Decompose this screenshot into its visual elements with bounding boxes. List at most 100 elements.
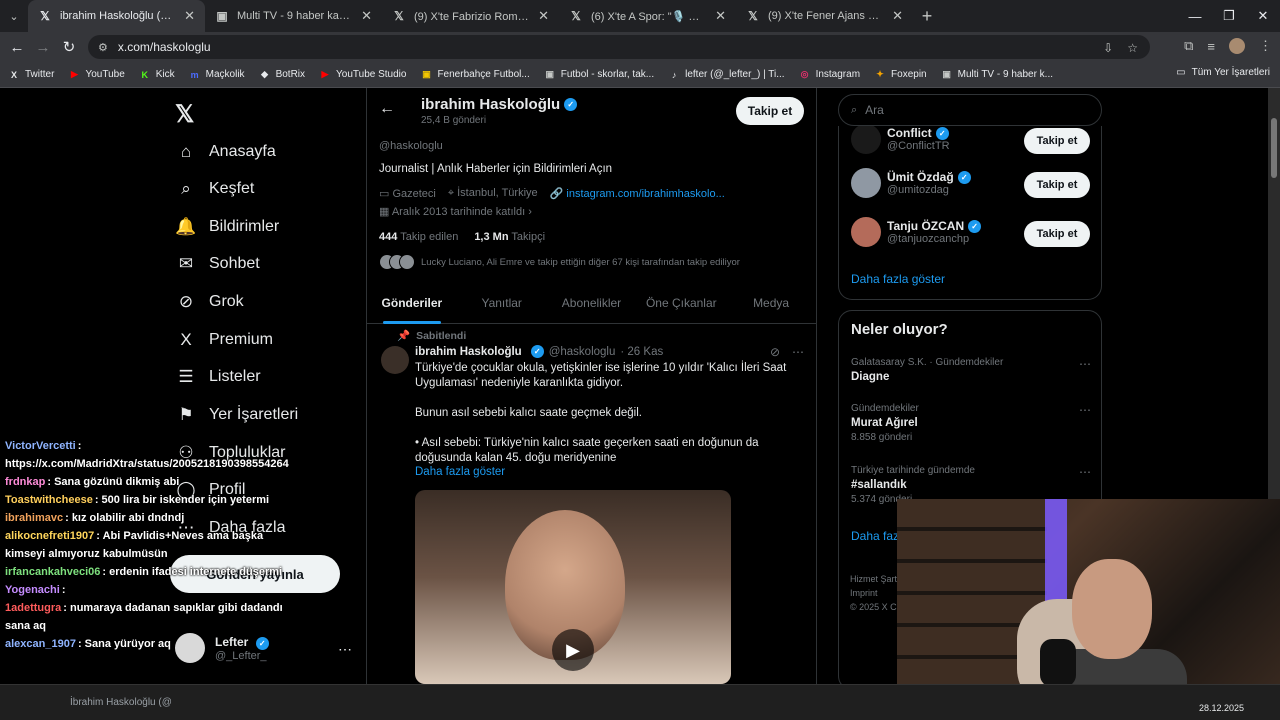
forward-icon[interactable]: →: [30, 39, 56, 56]
profile-tab[interactable]: Medya: [726, 284, 816, 323]
close-window-icon[interactable]: ✕: [1246, 0, 1280, 32]
profile-link[interactable]: 🔗 instagram.com/ibrahimhaskolo...: [550, 187, 725, 200]
follow-button[interactable]: Takip et: [736, 97, 804, 125]
more-icon[interactable]: ⋯: [1079, 465, 1091, 479]
site-info-icon[interactable]: ⚙: [98, 41, 108, 54]
chat-username: frdnkap: [5, 476, 46, 488]
bookmark-item[interactable]: ▶ YouTube Studio: [319, 69, 407, 81]
nav-item-notifications[interactable]: 🔔 Bildirimler: [175, 217, 279, 237]
back-arrow-icon[interactable]: ←: [379, 100, 395, 118]
chat-username: 1adettugra: [5, 602, 62, 614]
following-count[interactable]: 444 Takip edilen: [379, 231, 458, 243]
tab-label: (6) X'te A Spor: "🎙️ @ErdemAk: [591, 10, 709, 23]
chat-username: Yogenachi: [5, 584, 60, 596]
menu-icon[interactable]: ⋮: [1259, 38, 1272, 54]
follow-button[interactable]: Takip et: [1024, 221, 1090, 247]
browser-tab[interactable]: 𝕏 (9) X'te Fabrizio Romano: "🚨 m ✕: [382, 0, 559, 32]
browser-tab[interactable]: 𝕏 (6) X'te A Spor: "🎙️ @ErdemAk ✕: [559, 0, 736, 32]
nav-item-chat[interactable]: ✉ Sohbet: [175, 254, 260, 274]
browser-tab[interactable]: 𝕏 (9) X'te Fener Ajans ™: "Yağız S ✕: [736, 0, 913, 32]
url-bar[interactable]: ⚙ x.com/haskologlu ⇩ ☆: [88, 35, 1150, 59]
followers-count[interactable]: 1,3 Mn Takipçi: [474, 231, 545, 243]
play-icon[interactable]: ▶: [552, 629, 594, 671]
pin-icon: 📌: [397, 330, 411, 342]
bookmark-item[interactable]: X Twitter: [8, 69, 54, 81]
trend-item[interactable]: Gündemdekiler Murat Ağırel 8.858 gönderi ⋯: [851, 403, 1091, 443]
new-tab-icon[interactable]: +: [913, 6, 941, 27]
bookmark-item[interactable]: ▣ Multi TV - 9 haber k...: [941, 69, 1053, 81]
tweet-date[interactable]: · 26 Kas: [620, 346, 663, 358]
more-icon[interactable]: ⋯: [1079, 403, 1091, 417]
nav-item-premium[interactable]: X Premium: [175, 330, 273, 350]
bookmark-icon: ▣: [942, 69, 951, 79]
profile-tab[interactable]: Gönderiler: [367, 284, 457, 323]
show-more-link[interactable]: Daha fazla göster: [415, 466, 505, 478]
restore-icon[interactable]: ❐: [1212, 0, 1246, 32]
nav-item-explore[interactable]: ⌕ Keşfet: [175, 179, 254, 199]
media-control-icon[interactable]: ≡: [1207, 39, 1215, 54]
tab-search-icon[interactable]: ⌄: [0, 0, 28, 32]
grok-icon[interactable]: ⊘: [770, 345, 780, 359]
profile-tabs: Gönderiler Yanıtlar Abonelikler Öne Çıkanla…: [367, 284, 816, 324]
bookmark-item[interactable]: ♪ lefter (@_lefter_) | Ti...: [668, 69, 785, 81]
bookmark-icon: ▶: [70, 69, 78, 79]
x-favicon-icon: 𝕏: [571, 9, 581, 23]
bookmark-item[interactable]: ◎ Instagram: [799, 69, 860, 81]
home-icon: ⌂: [180, 142, 192, 161]
bookmark-item[interactable]: K Kick: [139, 69, 175, 81]
close-icon[interactable]: ✕: [715, 8, 726, 24]
chat-username: alikocnefreti1907: [5, 530, 95, 542]
tweet-author[interactable]: ibrahim Haskoloğlu: [415, 346, 522, 358]
close-icon[interactable]: ✕: [361, 8, 372, 24]
suggestion-row[interactable]: Conflict ✓ @ConflictTR: [851, 124, 950, 154]
more-icon[interactable]: ⋯: [338, 641, 352, 658]
profile-avatar[interactable]: [1229, 38, 1245, 54]
reload-icon[interactable]: ↻: [56, 38, 82, 56]
follow-button[interactable]: Takip et: [1024, 128, 1090, 154]
bookmark-item[interactable]: ✦ Foxepin: [874, 69, 926, 81]
show-more-link[interactable]: Daha fazla göster: [851, 272, 945, 286]
bookmark-item[interactable]: ▣ Fenerbahçe Futbol...: [420, 69, 530, 81]
join-date[interactable]: ▦ Aralık 2013 tarihinde katıldı ›: [379, 205, 532, 218]
bookmark-icon: m: [190, 69, 199, 80]
avatar: [851, 168, 881, 198]
browser-tab[interactable]: ▣ Multi TV - 9 haber kanalını aym ✕: [205, 0, 382, 32]
suggestion-row[interactable]: Ümit Özdağ ✓ @umitozdag: [851, 168, 971, 198]
x-logo-icon[interactable]: 𝕏: [175, 100, 194, 129]
back-icon[interactable]: ←: [4, 39, 30, 56]
profile-tab[interactable]: Öne Çıkanlar: [636, 284, 726, 323]
browser-tab[interactable]: 𝕏 ibrahim Haskoloğlu (@haskolo ✕: [28, 0, 205, 32]
nav-item-bookmarks[interactable]: ⚑ Yer İşaretleri: [175, 405, 298, 425]
bookmark-item[interactable]: m Maçkolik: [189, 69, 245, 81]
bookmark-item[interactable]: ▣ Futbol - skorlar, tak...: [544, 69, 654, 81]
chat-text: : Sana gözünü dikmiş abi: [47, 476, 180, 488]
verified-icon: ✓: [968, 219, 982, 233]
followed-by[interactable]: Lucky Luciano, Ali Emre ve takip ettiğin…: [379, 254, 740, 270]
tweet-video[interactable]: ▶: [415, 490, 731, 684]
close-icon[interactable]: ✕: [892, 8, 903, 24]
search-input[interactable]: ⌕ Ara: [838, 94, 1102, 126]
chat-text: :: [61, 584, 66, 596]
star-icon[interactable]: ☆: [1127, 41, 1138, 55]
profile-tab[interactable]: Yanıtlar: [457, 284, 547, 323]
more-icon[interactable]: ⋯: [792, 345, 804, 359]
stream-chat-overlay: VictorVercetti: https://x.com/MadridXtra…: [0, 437, 290, 653]
minimize-icon[interactable]: —: [1178, 0, 1212, 32]
more-icon[interactable]: ⋯: [1079, 357, 1091, 371]
close-icon[interactable]: ✕: [184, 8, 195, 24]
taskbar-item[interactable]: İbrahim Haskoloğlu (@: [70, 697, 172, 708]
bookmark-item[interactable]: ▶ YouTube: [68, 69, 125, 81]
all-bookmarks-button[interactable]: ▭ Tüm Yer İşaretleri: [1176, 67, 1270, 78]
avatar[interactable]: [381, 346, 409, 374]
suggestion-row[interactable]: Tanju ÖZCAN ✓ @tanjuozcanchp: [851, 217, 982, 247]
nav-item-home[interactable]: ⌂ Anasayfa: [175, 142, 276, 162]
nav-item-grok[interactable]: ⊘ Grok: [175, 292, 244, 312]
trend-item[interactable]: Galatasaray S.K. · Gündemdekiler Diagne ⋯: [851, 357, 1091, 383]
bookmark-item[interactable]: ◆ BotRix: [259, 69, 305, 81]
nav-item-lists[interactable]: ☰ Listeler: [175, 367, 260, 387]
close-icon[interactable]: ✕: [538, 8, 549, 24]
profile-tab[interactable]: Abonelikler: [547, 284, 637, 323]
install-app-icon[interactable]: ⇩: [1103, 41, 1113, 55]
follow-button[interactable]: Takip et: [1024, 172, 1090, 198]
extensions-icon[interactable]: ⧉: [1184, 38, 1193, 54]
